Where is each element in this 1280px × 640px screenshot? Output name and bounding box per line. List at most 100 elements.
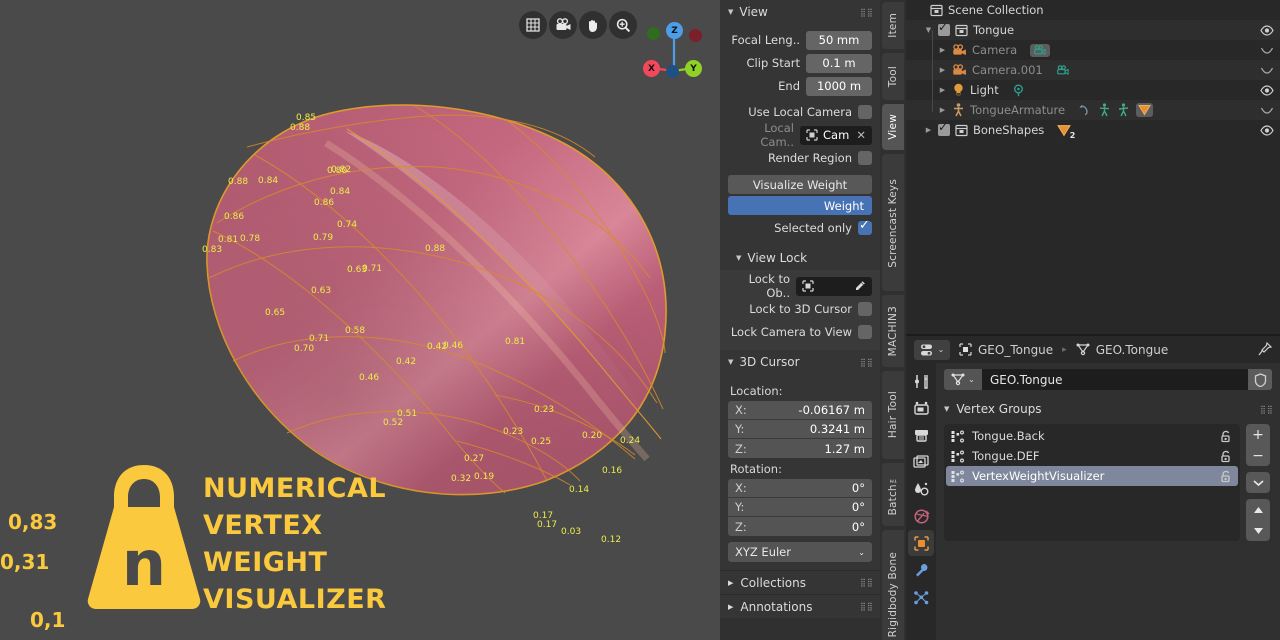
outliner-row[interactable]: ▶BoneShapes2 [906,120,1280,140]
vertex-group-item[interactable]: Tongue.DEF [946,446,1238,466]
gizmo-axis-neg-z[interactable] [666,65,679,78]
sidebar-tab-batch[interactable]: Batch™ [882,463,904,526]
chevron-right-icon[interactable]: ▶ [924,126,933,134]
toggle-xray-grid-icon[interactable] [519,11,547,39]
checkbox-use-local-camera[interactable] [858,105,872,119]
armature-data-badge[interactable] [1117,103,1130,117]
chevron-right-icon[interactable]: ▶ [938,106,947,114]
button-visualize-weight[interactable]: Visualize Weight [728,175,872,194]
checkbox-lock-camera-to-view[interactable] [858,325,872,339]
render-tab-icon[interactable] [908,395,934,421]
vertex-group-item[interactable]: VertexWeightVisualizer [946,466,1238,486]
vertex-group-lock-icon[interactable] [1219,430,1233,443]
world-tab-icon[interactable] [908,503,934,529]
outliner-editor[interactable]: Scene Collection ▼Tongue▶Camera▶Camera.0… [906,0,1280,336]
camera-view-icon[interactable] [549,11,577,39]
panel-header-vertex-groups[interactable]: ▼ Vertex Groups ⣿⣿ [944,398,1272,420]
remove-vertex-group-button[interactable]: − [1246,445,1270,466]
eyedropper-icon[interactable] [854,280,866,292]
sidebar-tab-screencast-keys[interactable]: Screencast Keys [882,154,904,291]
outliner-row-visibility[interactable] [1260,66,1274,75]
mesh-badge-count[interactable]: 2 [1057,124,1071,137]
panel-header-collections[interactable]: ▶ Collections ⣿⣿ [720,570,880,594]
outliner-row-visibility[interactable] [1260,85,1274,96]
panel-header-annotations[interactable]: ▶ Annotations ⣿⣿ [720,594,880,618]
input-focal-length[interactable]: 50 mm [806,31,872,50]
outliner-row[interactable]: ▼Tongue [906,20,1280,40]
breadcrumb-mesh-data[interactable]: GEO.Tongue [1076,343,1169,357]
gizmo-axis-neg-y[interactable] [647,27,660,40]
hide-in-viewport-eye-closed-icon[interactable] [1260,66,1274,75]
gizmo-axis-x[interactable]: X [643,60,660,77]
checkbox-selected-only[interactable] [858,221,872,235]
panel-drag-dots-icon[interactable]: ⣿⣿ [860,604,872,609]
3d-viewport[interactable]: Z Y X 0.850.880.880.840.820.800.840.860.… [0,0,720,640]
light-data-badge[interactable] [1012,84,1025,97]
hide-in-viewport-eye-closed-icon[interactable] [1260,46,1274,55]
animation-badge[interactable] [1078,104,1092,117]
checkbox-lock-to-3d-cursor[interactable] [858,302,872,316]
panel-drag-dots-icon[interactable]: ⣿⣿ [860,10,872,15]
pose-badge[interactable] [1098,103,1111,117]
mesh-data-name-field[interactable]: GEO.Tongue [982,369,1248,390]
particles-tab-icon[interactable] [908,584,934,610]
modifier-tab-icon[interactable] [908,557,934,583]
chevron-right-icon[interactable]: ▶ [938,46,947,54]
outliner-row-scene-collection[interactable]: Scene Collection [906,0,1280,20]
outliner-row[interactable]: ▶Camera.001 [906,60,1280,80]
camera-data-badge[interactable] [1056,65,1070,76]
outliner-checkbox[interactable] [938,124,950,136]
input-cursor-rotation-x[interactable]: X: 0° [728,479,872,498]
view-layer-tab-icon[interactable] [908,449,934,475]
checkbox-render-region[interactable] [858,151,872,165]
sidebar-tab-machin3[interactable]: MACHIN3 [882,295,904,366]
vertex-group-lock-icon[interactable] [1219,470,1233,483]
input-cursor-location-z[interactable]: Z: 1.27 m [728,439,872,458]
mesh-badge-highlight[interactable] [1136,103,1153,117]
outliner-row-visibility[interactable] [1260,125,1274,136]
sidebar-tab-rigidbody-bone[interactable]: Rigidbody Bone [882,530,904,640]
gizmo-axis-y[interactable]: Y [685,60,702,77]
input-lock-to-object[interactable] [796,277,872,296]
move-vertex-group-down-button[interactable] [1246,520,1270,541]
chevron-right-icon[interactable]: ▶ [938,86,947,94]
breadcrumb-object[interactable]: GEO_Tongue [959,343,1053,357]
fake-user-shield-icon[interactable] [1248,369,1272,390]
gizmo-axis-z[interactable]: Z [666,22,683,39]
editor-type-selector[interactable]: ⌄ [914,340,950,360]
pin-icon[interactable] [1258,342,1272,357]
outliner-row-visibility[interactable] [1260,46,1274,55]
input-cursor-location-y[interactable]: Y: 0.3241 m [728,420,872,439]
pan-view-hand-icon[interactable] [579,11,607,39]
panel-drag-dots-icon[interactable]: ⣿⣿ [1260,407,1272,412]
hide-in-viewport-eye-icon[interactable] [1260,125,1274,136]
sidebar-tab-item[interactable]: Item [882,2,904,49]
hide-in-viewport-eye-icon[interactable] [1260,25,1274,36]
outliner-row[interactable]: ▶Camera [906,40,1280,60]
mesh-data-browse-button[interactable]: ⌄ [944,369,982,390]
gizmo-axis-neg-x[interactable] [689,29,702,42]
input-cursor-rotation-z[interactable]: Z: 0° [728,517,872,536]
vertex-group-list[interactable]: Tongue.BackTongue.DEFVertexWeightVisuali… [944,424,1240,541]
panel-header-3d-cursor[interactable]: ▼ 3D Cursor ⣿⣿ [720,350,880,374]
camera-data-badge-selected[interactable] [1030,44,1050,57]
sidebar-tab-hair-tool[interactable]: Hair Tool [882,371,904,459]
outliner-row-visibility[interactable] [1260,25,1274,36]
input-local-camera[interactable]: Cam ✕ [800,126,872,145]
move-vertex-group-up-button[interactable] [1246,499,1270,520]
chevron-right-icon[interactable]: ▶ [938,66,947,74]
outliner-checkbox[interactable] [938,24,950,36]
input-cursor-rotation-y[interactable]: Y: 0° [728,498,872,517]
dropdown-rotation-mode[interactable]: XYZ Euler ⌄ [728,542,872,562]
vertex-group-item[interactable]: Tongue.Back [946,426,1238,446]
panel-drag-dots-icon[interactable]: ⣿⣿ [860,580,872,585]
button-weight-mode[interactable]: Weight [728,196,872,215]
output-tab-icon[interactable] [908,422,934,448]
vertex-group-lock-icon[interactable] [1219,450,1233,463]
panel-drag-dots-icon[interactable]: ⣿⣿ [860,360,872,365]
navigation-axis-gizmo[interactable]: Z Y X [633,18,699,84]
sidebar-tab-view[interactable]: View [882,104,904,151]
outliner-row[interactable]: ▶TongueArmature [906,100,1280,120]
properties-editor[interactable]: ⌄ GEO_Tongue ▸ GEO.Tongue [906,336,1280,640]
scene-tab-icon[interactable] [908,476,934,502]
